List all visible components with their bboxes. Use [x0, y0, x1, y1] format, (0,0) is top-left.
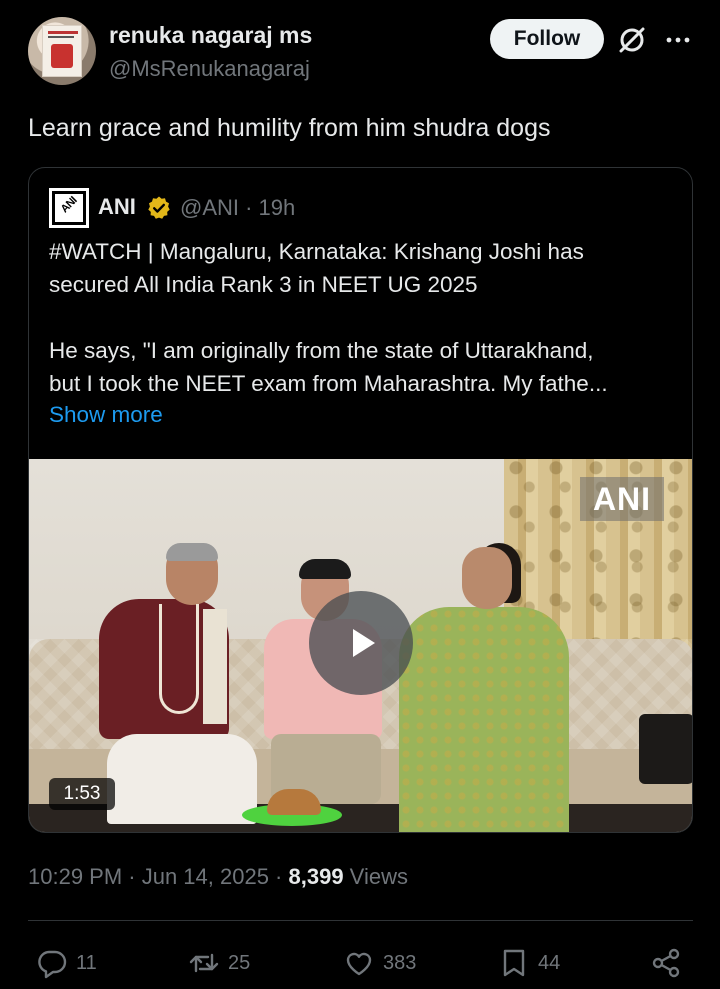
reply-icon [38, 950, 67, 979]
bookmark-button[interactable]: 44 [498, 946, 560, 980]
quote-line: secured All India Rank 3 in NEET UG 2025 [49, 272, 478, 297]
like-button[interactable]: 383 [343, 946, 416, 980]
play-icon [353, 629, 375, 657]
share-button[interactable] [650, 946, 682, 980]
views-label: Views [343, 864, 408, 889]
grok-icon[interactable] [616, 24, 648, 56]
tweet-meta: 10:29 PM · Jun 14, 2025 · 8,399 Views [28, 864, 408, 890]
tweet-text: Learn grace and humility from him shudra… [28, 114, 551, 142]
quoted-tweet[interactable]: ANI ANI @ANI · 19h #WATCH | Mangaluru, K… [28, 167, 693, 833]
bookmark-icon [503, 949, 525, 977]
reply-button[interactable]: 11 [36, 946, 97, 980]
ani-watermark: ANI [580, 477, 664, 521]
follow-button[interactable]: Follow [490, 19, 604, 59]
verified-badge-icon [146, 195, 172, 221]
timestamp[interactable]: 10:29 PM · Jun 14, 2025 · [28, 864, 289, 889]
avatar[interactable] [28, 17, 96, 85]
video-duration: 1:53 [49, 778, 115, 810]
quote-line: but I took the NEET exam from Maharashtr… [49, 371, 608, 396]
repost-icon [189, 953, 219, 973]
share-icon [652, 948, 680, 978]
quote-author-name[interactable]: ANI [98, 194, 136, 220]
author-handle[interactable]: @MsRenukanagaraj [109, 56, 310, 82]
quote-line: He says, "I am originally from the state… [49, 338, 594, 363]
play-button[interactable] [309, 591, 413, 695]
more-icon[interactable] [663, 25, 693, 55]
repost-count: 25 [228, 951, 251, 974]
divider [28, 920, 693, 921]
bookmark-count: 44 [538, 951, 561, 974]
repost-button[interactable]: 25 [188, 946, 250, 980]
ani-logo[interactable]: ANI [49, 188, 89, 228]
quote-body: #WATCH | Mangaluru, Karnataka: Krishang … [49, 235, 679, 400]
author-name[interactable]: renuka nagaraj ms [109, 22, 312, 49]
reply-count: 11 [76, 951, 97, 974]
show-more-link[interactable]: Show more [49, 402, 163, 428]
quote-handle-time: @ANI · 19h [180, 195, 296, 220]
views-count: 8,399 [288, 864, 344, 889]
heart-icon [346, 952, 372, 976]
video-thumbnail[interactable]: ANI 1:53 [29, 459, 692, 832]
like-count: 383 [383, 951, 417, 974]
quote-line: #WATCH | Mangaluru, Karnataka: Krishang … [49, 239, 584, 264]
